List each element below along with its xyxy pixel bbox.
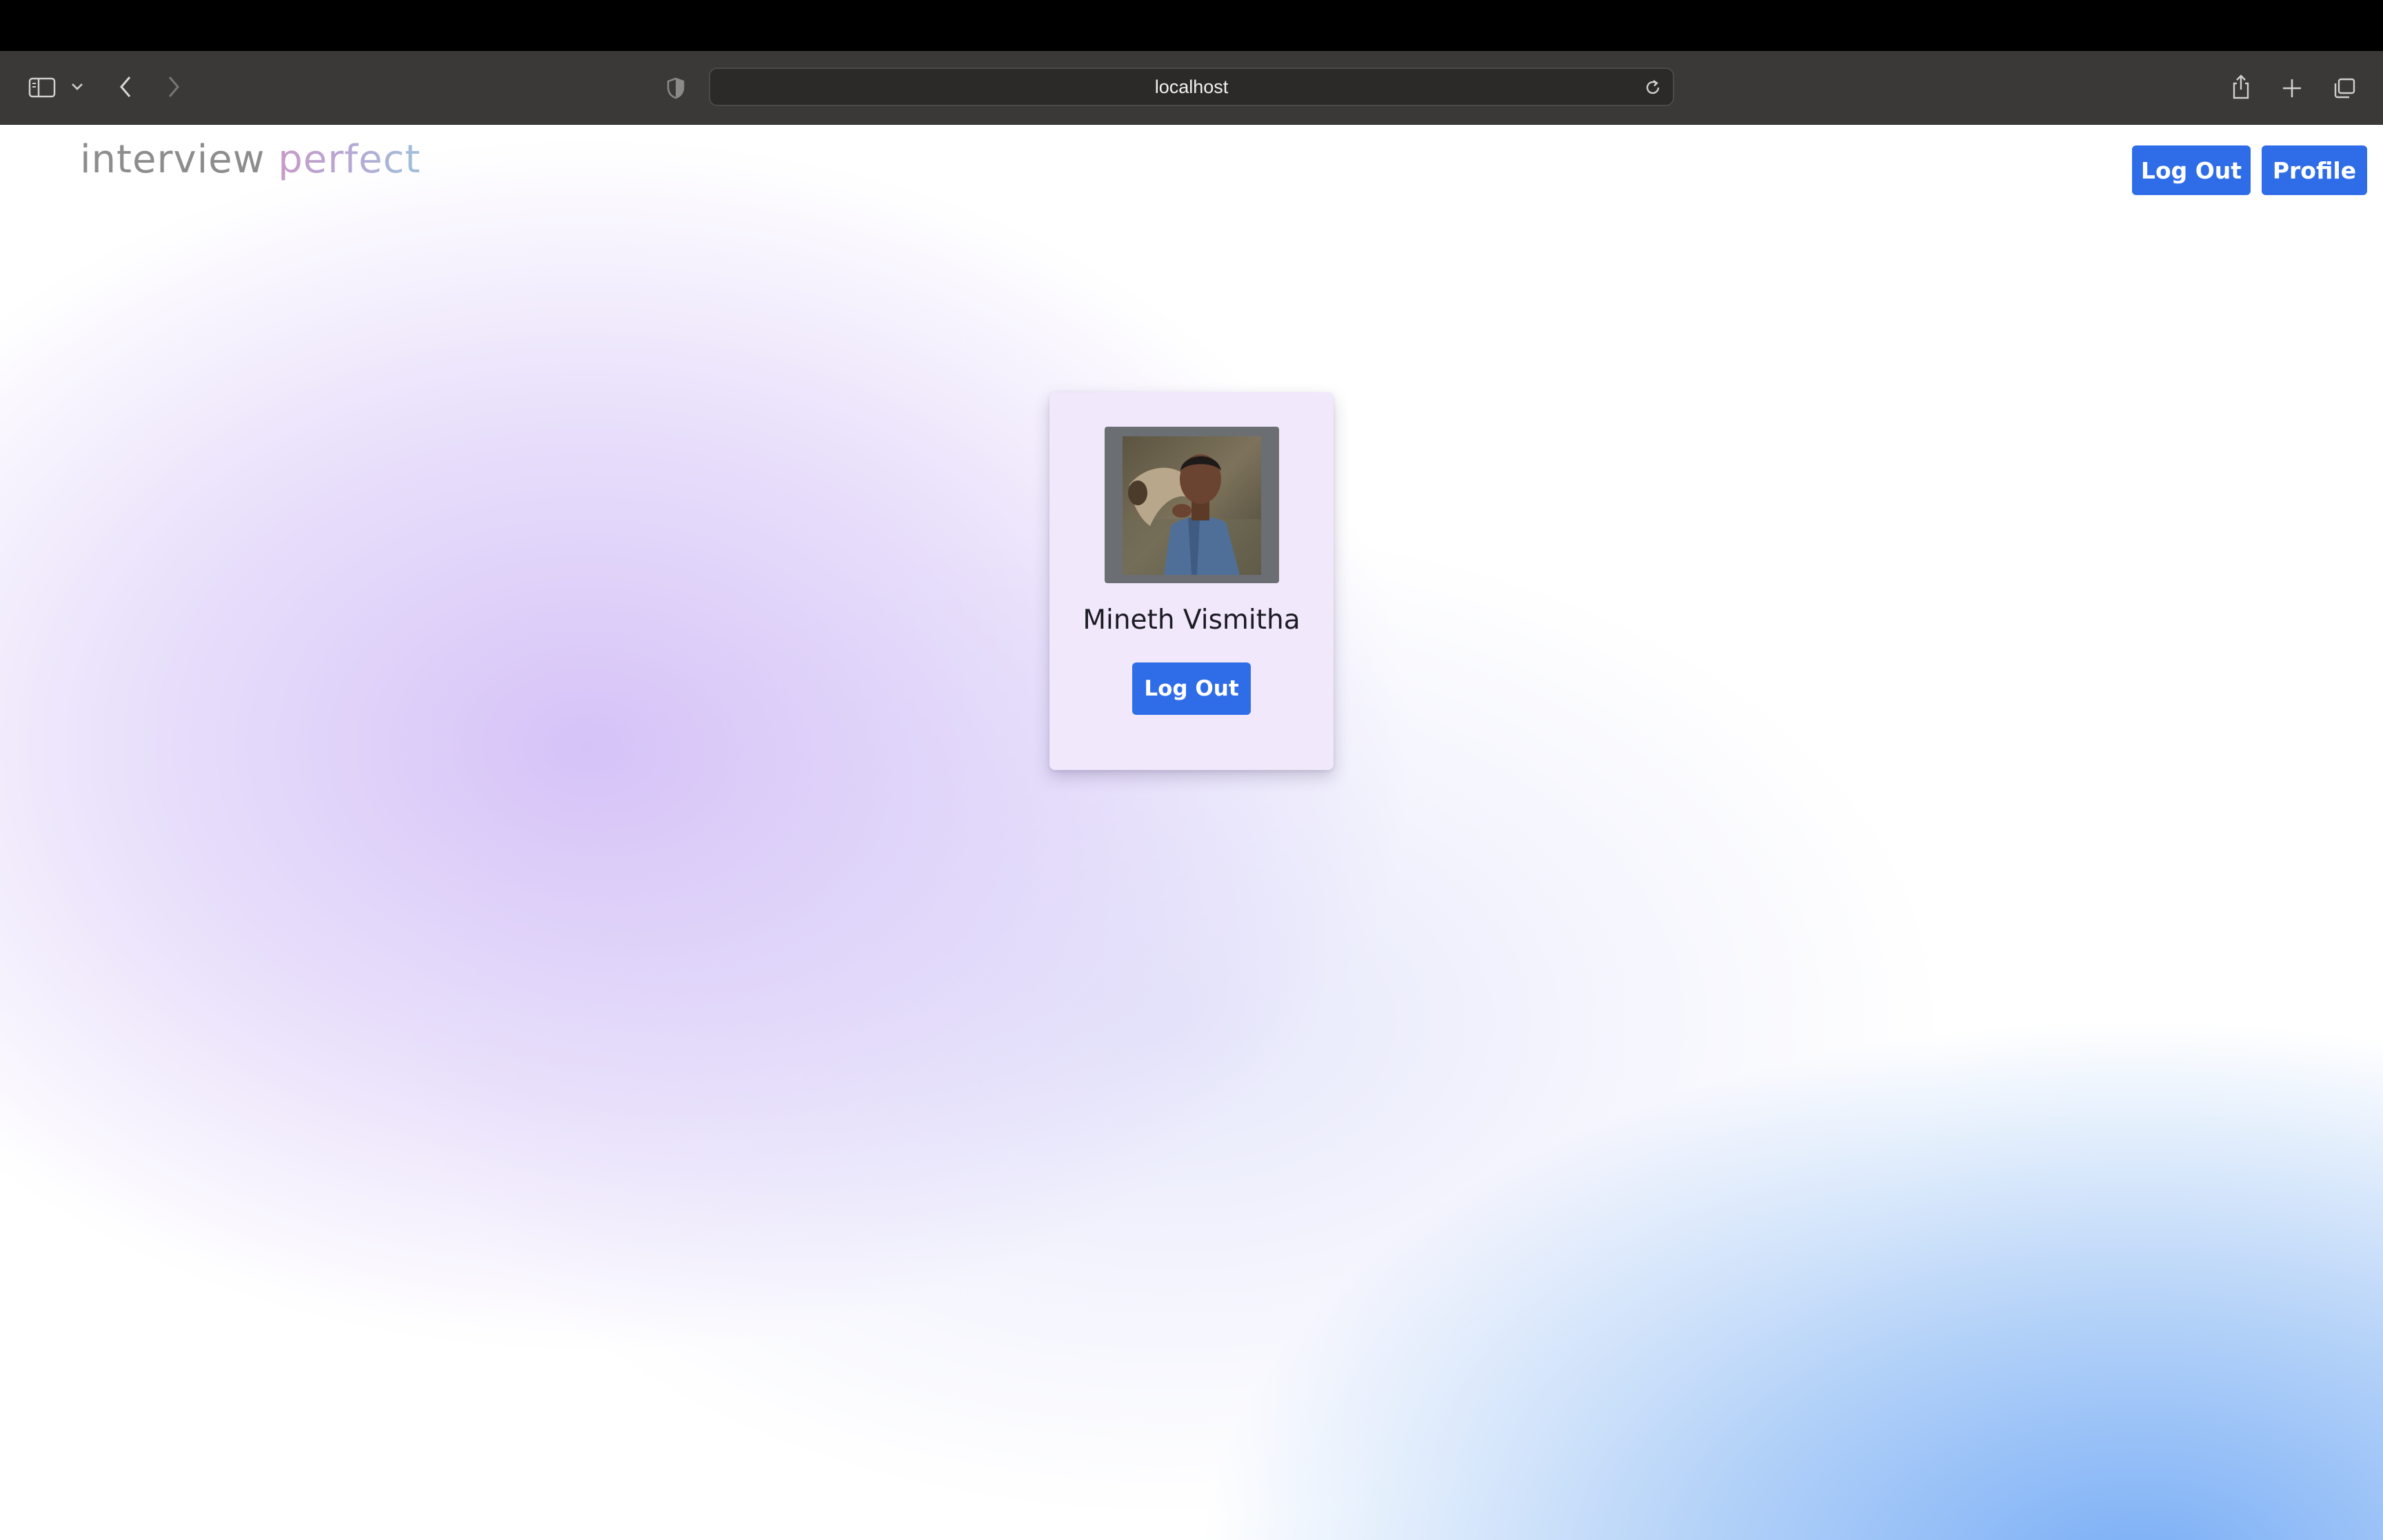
url-text: localhost	[1154, 76, 1229, 97]
avatar	[1105, 427, 1279, 583]
new-tab-icon[interactable]	[2278, 74, 2306, 102]
forward-icon[interactable]	[161, 73, 186, 101]
header-profile-button[interactable]: Profile	[2262, 145, 2367, 195]
reload-icon[interactable]	[1642, 77, 1663, 98]
header-logout-button[interactable]: Log Out	[2132, 145, 2251, 195]
browser-toolbar: localhost	[0, 51, 2383, 125]
address-bar[interactable]: localhost	[709, 68, 1674, 106]
browser-window: localhost interview perfect Log Out Prof…	[0, 0, 2383, 1540]
privacy-shield-icon[interactable]	[663, 74, 688, 102]
sidebar-icon[interactable]	[25, 72, 59, 103]
profile-name: Mineth Vismitha	[1083, 605, 1300, 636]
profile-photo	[1123, 436, 1261, 575]
back-icon[interactable]	[113, 73, 138, 101]
share-icon[interactable]	[2227, 70, 2255, 103]
chevron-down-icon[interactable]	[68, 77, 87, 97]
tab-overview-icon[interactable]	[2329, 74, 2360, 102]
logo-text-interview: interview	[80, 137, 265, 182]
card-logout-button[interactable]: Log Out	[1132, 662, 1251, 715]
profile-card: Mineth Vismitha Log Out	[1049, 392, 1334, 770]
web-page: interview perfect Log Out Profile Mineth…	[0, 125, 2383, 1540]
site-logo[interactable]: interview perfect	[80, 137, 421, 182]
system-menubar	[0, 0, 2383, 51]
logo-text-perfect: perfect	[278, 137, 421, 182]
